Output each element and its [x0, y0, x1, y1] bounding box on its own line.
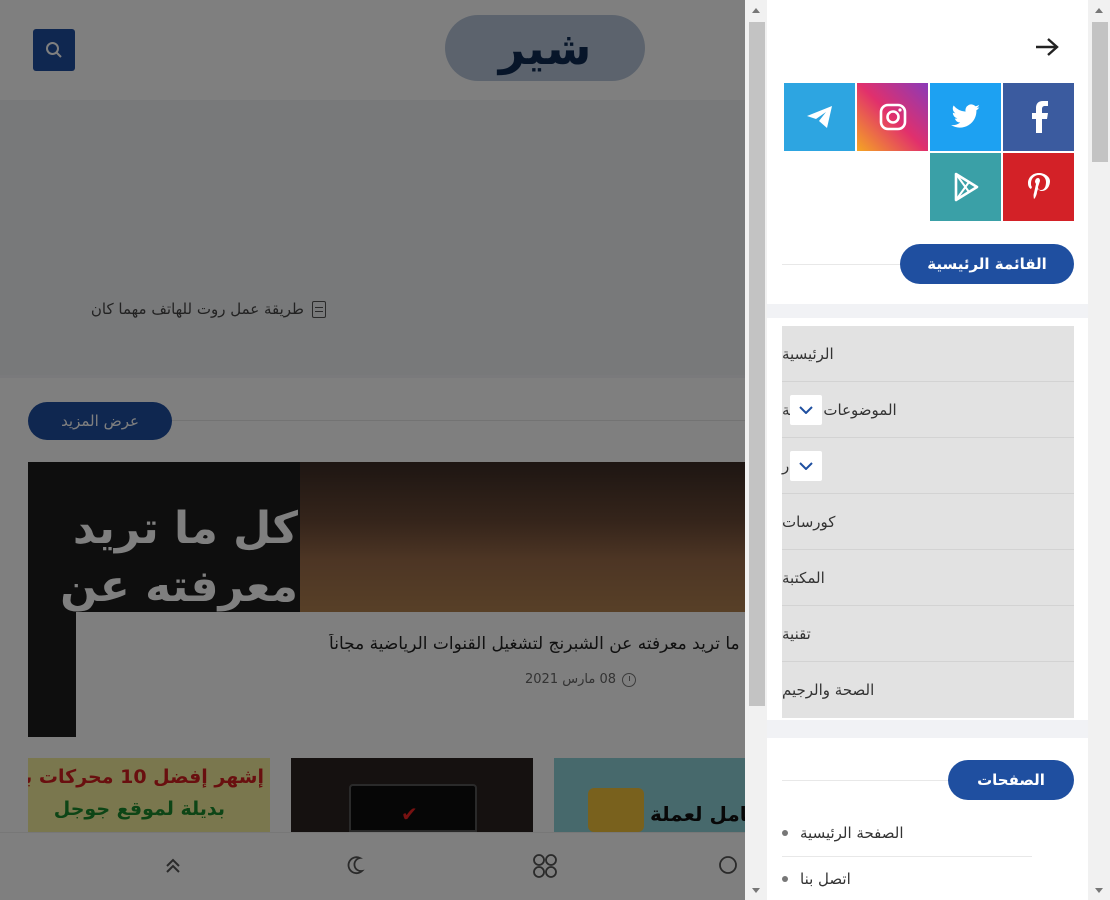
scroll-up-arrow-icon[interactable] — [1095, 8, 1103, 13]
page-link-home[interactable]: الصفحة الرئيسية — [782, 811, 1074, 855]
scroll-up-arrow-icon[interactable] — [752, 8, 760, 13]
drawer-separator — [767, 720, 1088, 738]
menu-item-library[interactable]: المكتبة — [782, 550, 1074, 606]
google-play-icon — [954, 172, 978, 202]
main-menu-title: القائمة الرئيسية — [900, 244, 1074, 284]
pinterest-icon — [1027, 173, 1050, 199]
drawer-separator — [767, 304, 1088, 318]
chevron-down-icon — [799, 462, 813, 470]
pages-title: الصفحات — [948, 760, 1074, 800]
menu-item-general-topics[interactable]: الموضوعات العامة — [782, 382, 1074, 438]
page-scrollbar-thumb[interactable] — [749, 22, 765, 706]
instagram-link[interactable] — [857, 83, 928, 151]
scroll-down-arrow-icon[interactable] — [752, 888, 760, 893]
menu-item-home[interactable]: الرئيسية — [782, 326, 1074, 382]
section-divider — [782, 264, 902, 265]
menu-item-courses[interactable]: كورسات — [782, 494, 1074, 550]
scroll-down-arrow-icon[interactable] — [1095, 888, 1103, 893]
menu-item-label: كورسات — [782, 512, 836, 531]
expand-button[interactable] — [790, 395, 822, 425]
google-play-link[interactable] — [930, 153, 1001, 221]
page-link-label: اتصل بنا — [800, 870, 851, 888]
twitter-icon — [950, 104, 980, 128]
menu-item-label: المكتبة — [782, 568, 825, 587]
arrow-right-icon — [1036, 38, 1059, 56]
section-divider — [782, 780, 950, 781]
page-link-contact[interactable]: اتصل بنا — [782, 857, 1074, 900]
drawer-close-button[interactable] — [1030, 32, 1064, 62]
drawer-scrollbar-thumb[interactable] — [1092, 22, 1108, 162]
menu-item-tech[interactable]: تقنية — [782, 606, 1074, 662]
menu-item-news[interactable]: الاخبار — [782, 438, 1074, 494]
telegram-link[interactable] — [784, 83, 855, 151]
facebook-icon — [1031, 101, 1048, 133]
expand-button[interactable] — [790, 451, 822, 481]
menu-item-label: الرئيسية — [782, 344, 834, 363]
facebook-link[interactable] — [1003, 83, 1074, 151]
bullet-icon — [782, 876, 788, 882]
menu-item-label: تقنية — [782, 624, 811, 643]
drawer-backdrop[interactable] — [0, 0, 745, 900]
chevron-down-icon — [799, 406, 813, 414]
bullet-icon — [782, 830, 788, 836]
telegram-icon — [806, 106, 832, 128]
drawer-menu: الرئيسية الموضوعات العامة الاخبار كورسات… — [782, 326, 1074, 718]
menu-item-health[interactable]: الصحة والرجيم — [782, 662, 1074, 718]
page-link-label: الصفحة الرئيسية — [800, 824, 904, 842]
pinterest-link[interactable] — [1003, 153, 1074, 221]
twitter-link[interactable] — [930, 83, 1001, 151]
menu-item-label: الصحة والرجيم — [782, 681, 875, 699]
instagram-icon — [879, 103, 906, 131]
